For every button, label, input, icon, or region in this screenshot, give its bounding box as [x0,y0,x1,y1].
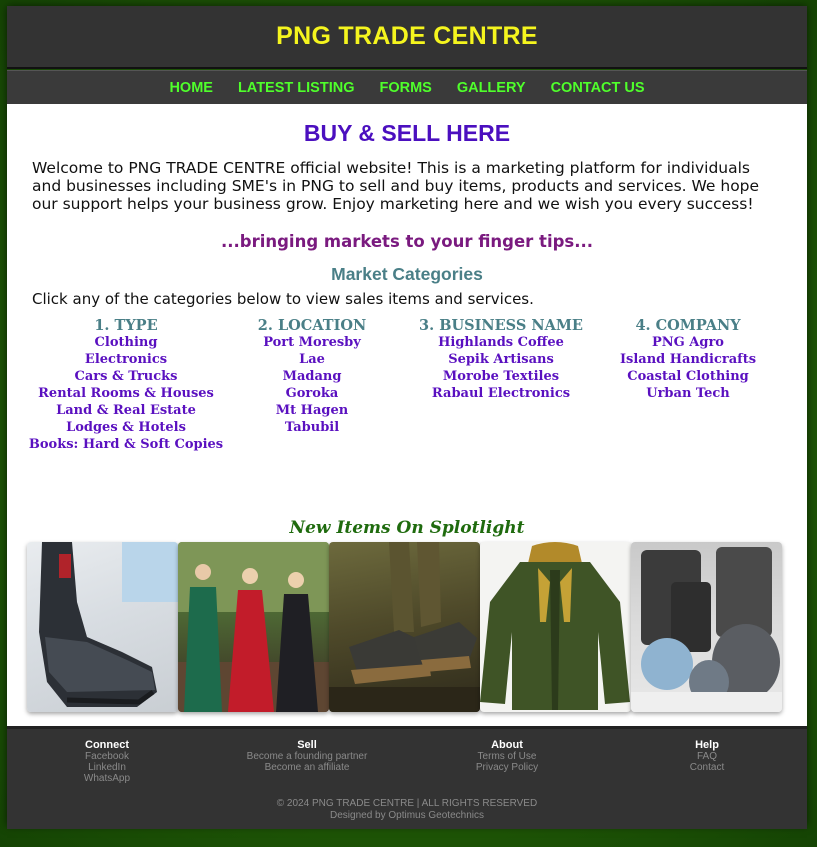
footer-link-affiliate[interactable]: Become an affiliate [227,762,387,773]
designer-credit: Designed by Optimus Geotechnics [330,810,484,821]
main-content: BUY & SELL HERE Welcome to PNG TRADE CEN… [7,104,807,726]
category-link-rabaul-electronics[interactable]: Rabaul Electronics [390,385,612,402]
footer-copyright-block: © 2024 PNG TRADE CENTRE | ALL RIGHTS RES… [7,798,807,822]
nav-latest-listing[interactable]: LATEST LISTING [238,80,355,96]
footer-column-about: About Terms of Use Privacy Policy [427,739,587,773]
spotlight-heading: New Items On Splotlight [289,518,525,538]
category-link-mt-hagen[interactable]: Mt Hagen [202,402,422,419]
footer-heading-sell: Sell [297,739,317,751]
footer-link-whatsapp[interactable]: WhatsApp [27,773,187,784]
site-footer: Connect Facebook LinkedIn WhatsApp Sell … [7,726,807,829]
spotlight-gallery [27,542,782,717]
category-link-png-agro[interactable]: PNG Agro [585,334,791,351]
category-link-madang[interactable]: Madang [202,368,422,385]
category-link-books[interactable]: Books: Hard & Soft Copies [7,436,245,453]
category-link-island-handicrafts[interactable]: Island Handicrafts [585,351,791,368]
footer-heading-about: About [491,739,523,751]
category-column-company: 4. COMPANY PNG Agro Island Handicrafts C… [585,317,791,402]
footer-column-help: Help FAQ Contact [627,739,787,773]
footer-link-terms[interactable]: Terms of Use [427,751,587,762]
footer-column-connect: Connect Facebook LinkedIn WhatsApp [27,739,187,784]
footer-link-faq[interactable]: FAQ [627,751,787,762]
category-title-business-name: 3. BUSINESS NAME [419,317,583,334]
footer-link-founding-partner[interactable]: Become a founding partner [227,751,387,762]
spotlight-image-dresses[interactable] [178,542,329,712]
main-nav: HOME LATEST LISTING FORMS GALLERY CONTAC… [7,70,807,106]
footer-link-linkedin[interactable]: LinkedIn [27,762,187,773]
categories-heading: Market Categories [331,264,483,284]
category-column-business-name: 3. BUSINESS NAME Highlands Coffee Sepik … [390,317,612,402]
footer-heading-connect: Connect [85,739,129,751]
footer-heading-help: Help [695,739,719,751]
footer-link-contact[interactable]: Contact [627,762,787,773]
category-link-tabubil[interactable]: Tabubil [202,419,422,436]
category-column-location: 2. LOCATION Port Moresby Lae Madang Goro… [202,317,422,436]
category-link-goroka[interactable]: Goroka [202,385,422,402]
page-frame: PNG TRADE CENTRE HOME LATEST LISTING FOR… [7,6,807,829]
tagline: ...bringing markets to your finger tips.… [220,232,594,251]
page-heading: BUY & SELL HERE [303,120,511,146]
category-link-urban-tech[interactable]: Urban Tech [585,385,791,402]
category-link-port-moresby[interactable]: Port Moresby [202,334,422,351]
site-header: PNG TRADE CENTRE [7,6,807,69]
spotlight-image-boot[interactable] [27,542,178,712]
spotlight-image-jacket[interactable] [480,542,631,712]
spotlight-image-speakers[interactable] [631,542,782,712]
category-title-company: 4. COMPANY [635,317,741,334]
footer-link-facebook[interactable]: Facebook [27,751,187,762]
nav-forms[interactable]: FORMS [379,80,431,96]
footer-link-privacy[interactable]: Privacy Policy [427,762,587,773]
categories-instruction: Click any of the categories below to vie… [32,290,534,308]
nav-contact-us[interactable]: CONTACT US [551,80,645,96]
intro-paragraph: Welcome to PNG TRADE CENTRE official web… [32,159,760,213]
nav-home[interactable]: HOME [169,80,213,96]
spotlight-image-hiking-shoes[interactable] [329,542,480,712]
category-link-coastal-clothing[interactable]: Coastal Clothing [585,368,791,385]
category-link-lae[interactable]: Lae [202,351,422,368]
nav-gallery[interactable]: GALLERY [457,80,526,96]
site-title[interactable]: PNG TRADE CENTRE [276,22,538,51]
category-title-location: 2. LOCATION [257,317,367,334]
category-link-morobe-textiles[interactable]: Morobe Textiles [390,368,612,385]
footer-column-sell: Sell Become a founding partner Become an… [227,739,387,773]
category-link-sepik-artisans[interactable]: Sepik Artisans [390,351,612,368]
category-link-highlands-coffee[interactable]: Highlands Coffee [390,334,612,351]
copyright-text: © 2024 PNG TRADE CENTRE | ALL RIGHTS RES… [276,798,538,809]
